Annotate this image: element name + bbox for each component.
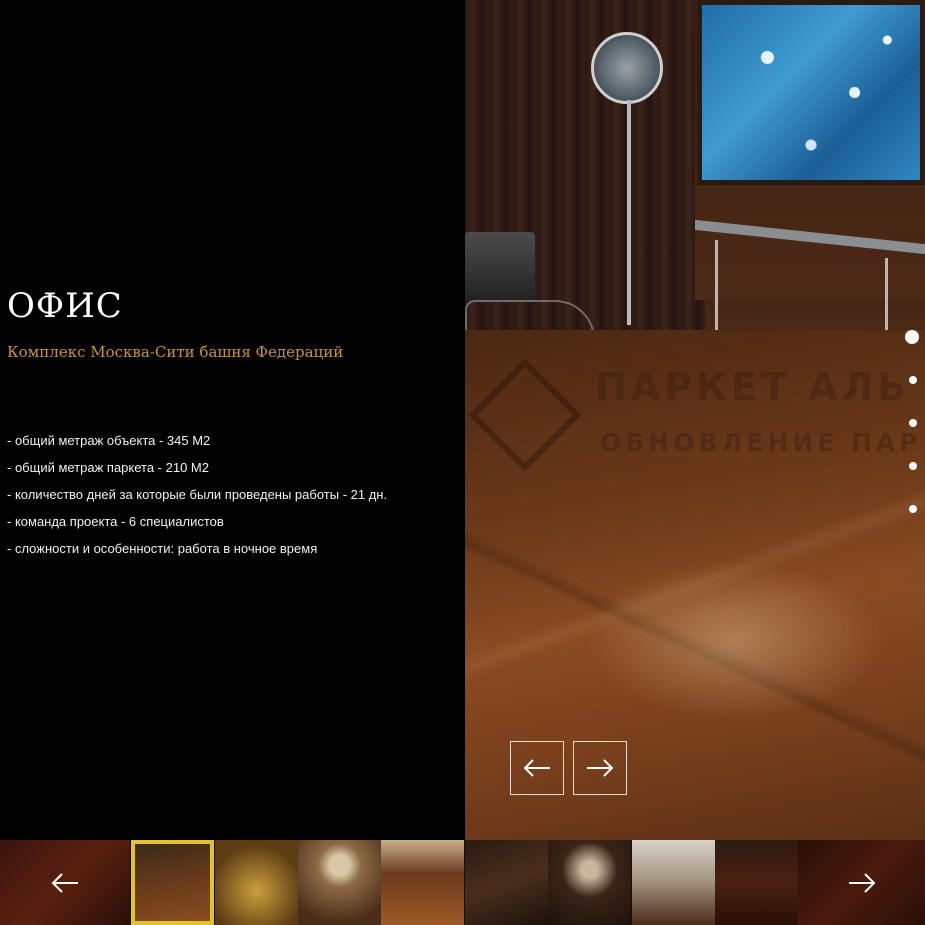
thumbnail[interactable] bbox=[381, 840, 464, 925]
project-main-photo: ПАРКЕТ АЛЬ ОБНОВЛЕНИЕ ПАР bbox=[465, 0, 925, 840]
thumbnails-next-button[interactable] bbox=[798, 840, 925, 925]
project-subtitle: Комплекс Москва-Сити башня Федераций bbox=[7, 343, 344, 361]
arrow-left-icon bbox=[51, 872, 78, 893]
thumbnail-active[interactable] bbox=[131, 840, 214, 925]
thumbnail-strip bbox=[0, 840, 925, 925]
thumbnail[interactable] bbox=[298, 840, 381, 925]
watermark-text: ПАРКЕТ АЛЬ bbox=[595, 365, 911, 409]
pagination-dot[interactable] bbox=[909, 419, 917, 427]
thumbnail[interactable] bbox=[465, 840, 548, 925]
pagination-dot[interactable] bbox=[909, 376, 917, 384]
thumbnail[interactable] bbox=[715, 840, 798, 925]
photo-table-leg bbox=[715, 240, 718, 340]
thumbnail[interactable] bbox=[548, 840, 631, 925]
fact-item: - команда проекта - 6 специалистов bbox=[7, 514, 224, 529]
arrow-right-icon bbox=[848, 872, 875, 893]
fact-item: - общий метраж объекта - 345 М2 bbox=[7, 433, 211, 448]
pagination-dot-active[interactable] bbox=[905, 330, 919, 344]
project-facts-list: - общий метраж объекта - 345 М2 - общий … bbox=[7, 427, 387, 562]
slider-prev-button[interactable] bbox=[510, 741, 564, 795]
photo-lamp bbox=[591, 32, 663, 104]
photo-floor-reflection bbox=[585, 560, 885, 720]
photo-chair bbox=[465, 232, 535, 302]
project-info-panel: ОФИС Комплекс Москва-Сити башня Федераци… bbox=[0, 0, 465, 840]
thumbnail[interactable] bbox=[632, 840, 715, 925]
thumbnails-prev-button[interactable] bbox=[0, 840, 130, 925]
watermark-subtext: ОБНОВЛЕНИЕ ПАР bbox=[600, 428, 922, 457]
arrow-left-icon bbox=[523, 759, 550, 777]
arrow-right-icon bbox=[587, 759, 614, 777]
photo-lamp-stand bbox=[627, 100, 631, 325]
project-title: ОФИС bbox=[7, 286, 123, 326]
slider-next-button[interactable] bbox=[573, 741, 627, 795]
pagination-dot[interactable] bbox=[909, 505, 917, 513]
fact-item: - сложности и особенности: работа в ночн… bbox=[7, 541, 318, 556]
pagination-dot[interactable] bbox=[909, 462, 917, 470]
photo-painting bbox=[697, 0, 925, 185]
fact-item: - общий метраж паркета - 210 М2 bbox=[7, 460, 209, 475]
thumbnail[interactable] bbox=[215, 840, 298, 925]
fact-item: - количество дней за которые были провед… bbox=[7, 487, 388, 502]
